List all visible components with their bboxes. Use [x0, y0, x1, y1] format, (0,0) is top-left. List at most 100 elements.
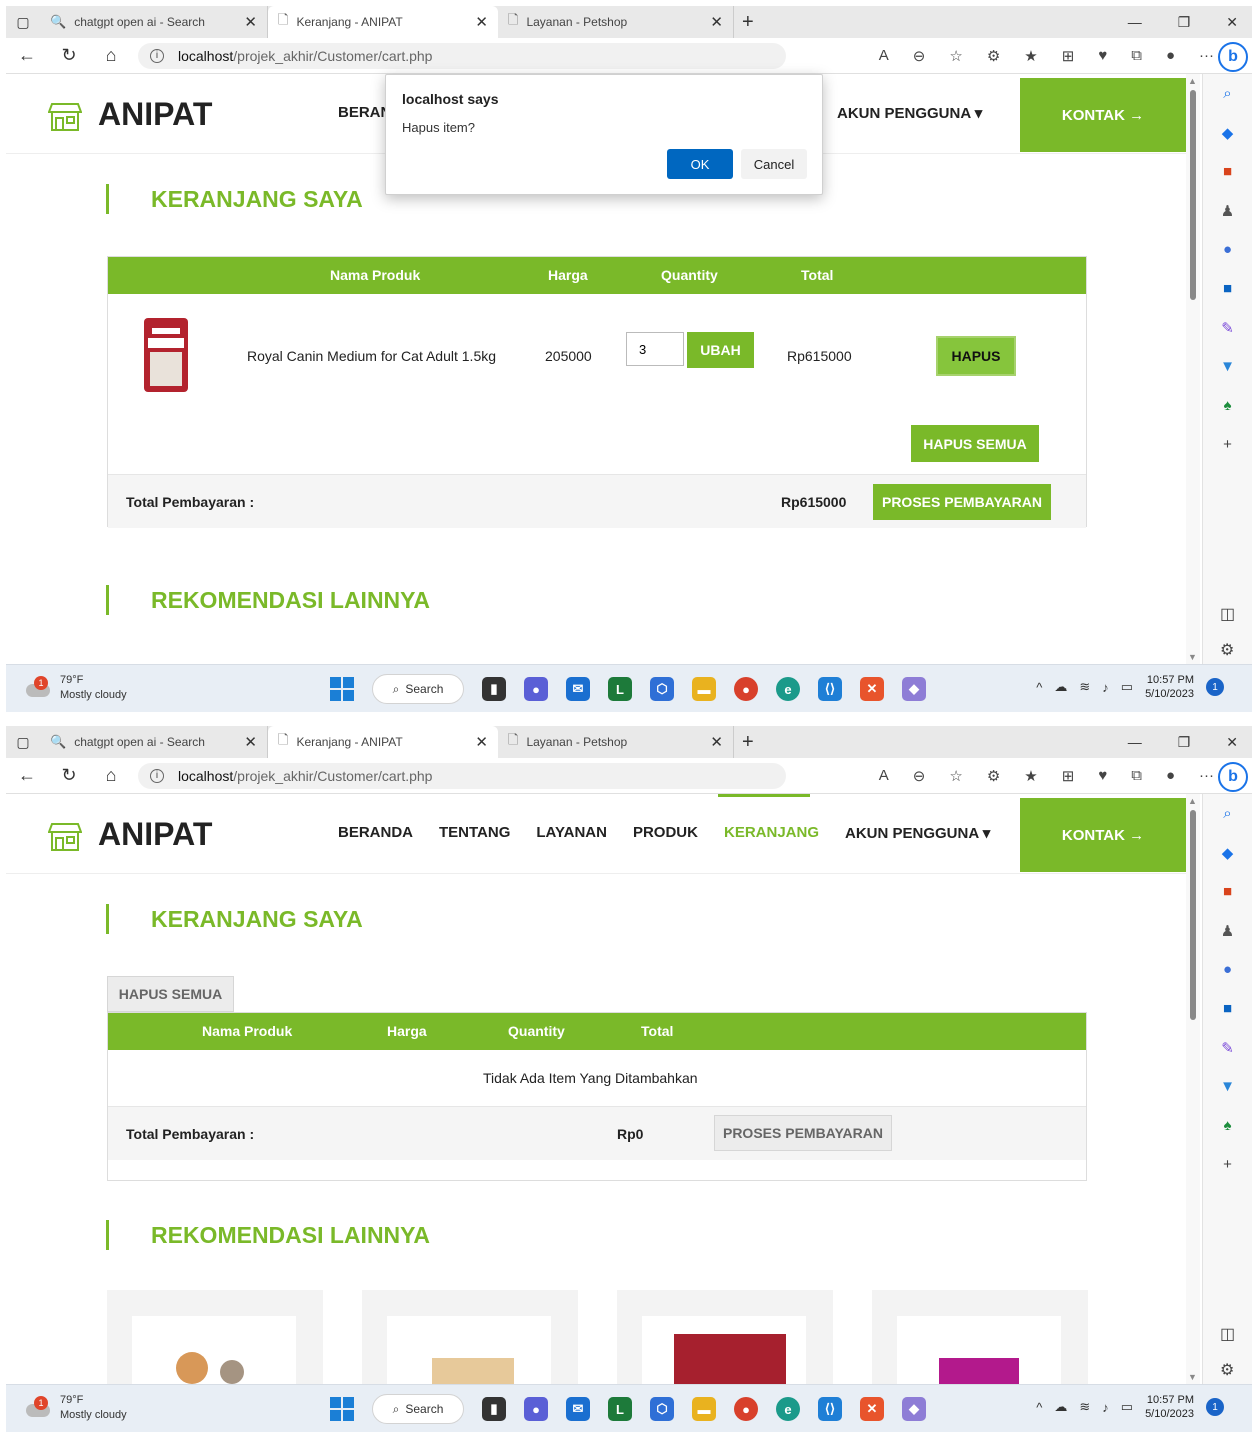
- profile-icon[interactable]: ●: [1166, 767, 1175, 784]
- home-icon[interactable]: ⌂: [90, 765, 132, 786]
- xampp-icon[interactable]: ✕: [860, 677, 884, 701]
- clock[interactable]: 10:57 PM 5/10/2023: [1145, 1393, 1194, 1421]
- more-icon[interactable]: ···: [1199, 767, 1214, 784]
- onedrive-icon[interactable]: ☁: [1054, 679, 1067, 695]
- app-hex-icon[interactable]: ⬡: [650, 1397, 674, 1421]
- games-icon[interactable]: ♟: [1221, 911, 1234, 950]
- xampp-icon[interactable]: ✕: [860, 1397, 884, 1421]
- wifi-icon[interactable]: ≋: [1079, 1399, 1090, 1415]
- clock[interactable]: 10:57 PM 5/10/2023: [1145, 673, 1194, 701]
- back-icon[interactable]: ←: [6, 45, 48, 66]
- new-tab-icon[interactable]: +: [742, 731, 754, 754]
- close-icon[interactable]: ✕: [475, 13, 488, 31]
- chrome-icon[interactable]: ●: [734, 1397, 758, 1421]
- nav-tentang[interactable]: TENTANG: [439, 824, 510, 842]
- info-icon[interactable]: i: [150, 48, 164, 63]
- minimize-icon[interactable]: —: [1128, 734, 1142, 750]
- designer-icon[interactable]: ✎: [1221, 1028, 1234, 1067]
- quantity-input[interactable]: [626, 332, 684, 366]
- restore-icon[interactable]: ❐: [1178, 14, 1191, 31]
- restore-icon[interactable]: ❐: [1178, 734, 1191, 751]
- onedrive-icon[interactable]: ☁: [1054, 1399, 1067, 1415]
- close-icon[interactable]: ✕: [475, 733, 488, 751]
- kontak-button[interactable]: KONTAK →: [1020, 78, 1186, 152]
- nav-akun-pengguna[interactable]: AKUN PENGGUNA ▾: [837, 104, 982, 122]
- edge-icon[interactable]: e: [776, 1397, 800, 1421]
- scroll-thumb[interactable]: [1190, 90, 1196, 300]
- notification-badge[interactable]: 1: [1206, 1398, 1224, 1416]
- update-button[interactable]: UBAH: [687, 332, 754, 368]
- chrome-icon[interactable]: ●: [734, 677, 758, 701]
- share-icon[interactable]: ⧉: [1131, 767, 1142, 784]
- tools-icon[interactable]: ■: [1223, 152, 1232, 191]
- favorites-icon[interactable]: ★: [1024, 47, 1037, 65]
- add-icon[interactable]: +: [1223, 1145, 1232, 1184]
- office-icon[interactable]: ●: [1223, 950, 1232, 989]
- close-window-icon[interactable]: ✕: [1226, 734, 1238, 751]
- health-icon[interactable]: ♥: [1098, 47, 1107, 64]
- chat-icon[interactable]: ●: [524, 677, 548, 701]
- tree-icon[interactable]: ♠: [1224, 1106, 1232, 1145]
- battery-icon[interactable]: ▭: [1121, 1399, 1133, 1415]
- outlook-icon[interactable]: ■: [1223, 269, 1232, 308]
- git-icon[interactable]: ◆: [902, 1397, 926, 1421]
- windows-start-icon[interactable]: [330, 1397, 354, 1421]
- outlook-icon[interactable]: ■: [1223, 989, 1232, 1028]
- back-icon[interactable]: ←: [6, 765, 48, 786]
- minimize-icon[interactable]: —: [1128, 14, 1142, 30]
- shopping-icon[interactable]: ◆: [1222, 833, 1234, 872]
- weather-widget[interactable]: 1 79°F Mostly cloudy: [26, 1393, 127, 1423]
- url-field[interactable]: i localhost/projek_akhir/Customer/cart.ph…: [138, 762, 786, 789]
- settings-icon[interactable]: ⚙: [1220, 640, 1235, 660]
- scroll-up-icon[interactable]: ▲: [1188, 796, 1197, 806]
- bing-icon[interactable]: b: [1218, 762, 1248, 792]
- dialog-ok-button[interactable]: OK: [667, 149, 733, 179]
- read-aloud-icon[interactable]: A: [879, 767, 889, 784]
- chat-icon[interactable]: ●: [524, 1397, 548, 1421]
- delete-all-button[interactable]: HAPUS SEMUA: [911, 425, 1039, 462]
- nav-beranda-partial[interactable]: BERAN: [338, 104, 391, 121]
- profile-icon[interactable]: ●: [1166, 47, 1175, 64]
- tab-layanan[interactable]: 🗋 Layanan - Petshop ✕: [498, 6, 734, 38]
- tab-layanan[interactable]: 🗋 Layanan - Petshop ✕: [498, 726, 734, 758]
- app-l-icon[interactable]: L: [608, 677, 632, 701]
- scroll-down-icon[interactable]: ▼: [1188, 652, 1197, 662]
- tab-actions-icon[interactable]: ▢: [6, 6, 40, 38]
- app-hex-icon[interactable]: ⬡: [650, 677, 674, 701]
- favorite-add-icon[interactable]: ☆: [949, 767, 962, 785]
- volume-icon[interactable]: ♪: [1102, 1400, 1109, 1415]
- close-icon[interactable]: ✕: [710, 13, 723, 31]
- nav-layanan[interactable]: LAYANAN: [536, 824, 607, 842]
- search-icon[interactable]: ⌕: [1223, 794, 1231, 833]
- nav-produk[interactable]: PRODUK: [633, 824, 698, 842]
- read-aloud-icon[interactable]: A: [879, 47, 889, 64]
- dialog-cancel-button[interactable]: Cancel: [741, 149, 807, 179]
- battery-icon[interactable]: ▭: [1121, 679, 1133, 695]
- git-icon[interactable]: ◆: [902, 677, 926, 701]
- shopping-icon[interactable]: ◆: [1222, 113, 1234, 152]
- vscode-icon[interactable]: ⟨⟩: [818, 677, 842, 701]
- wifi-icon[interactable]: ≋: [1079, 679, 1090, 695]
- tab-search[interactable]: 🔍 chatgpt open ai - Search ✕: [40, 726, 268, 758]
- notification-badge[interactable]: 1: [1206, 678, 1224, 696]
- product-card[interactable]: [362, 1290, 578, 1384]
- scroll-thumb[interactable]: [1190, 810, 1196, 1020]
- sidebar-toggle-icon[interactable]: ◫: [1220, 1324, 1235, 1344]
- home-icon[interactable]: ⌂: [90, 45, 132, 66]
- scrollbar[interactable]: ▲ ▼: [1186, 74, 1200, 664]
- search-icon[interactable]: ⌕: [1223, 74, 1231, 113]
- share-icon[interactable]: ⧉: [1131, 47, 1142, 64]
- drop-icon[interactable]: ▼: [1220, 347, 1235, 386]
- tab-actions-icon[interactable]: ▢: [6, 726, 40, 758]
- edge-icon[interactable]: e: [776, 677, 800, 701]
- taskbar-search[interactable]: ⌕ Search: [372, 674, 464, 704]
- logo[interactable]: ANIPAT: [48, 96, 212, 133]
- tab-keranjang[interactable]: 🗋 Keranjang - ANIPAT ✕: [268, 6, 498, 38]
- nav-keranjang[interactable]: KERANJANG: [724, 824, 819, 842]
- designer-icon[interactable]: ✎: [1221, 308, 1234, 347]
- product-card[interactable]: [107, 1290, 323, 1384]
- chevron-up-icon[interactable]: ^: [1036, 680, 1042, 695]
- collections-icon[interactable]: ⊞: [1062, 767, 1075, 785]
- nav-beranda[interactable]: BERANDA: [338, 824, 413, 842]
- weather-widget[interactable]: 1 79°F Mostly cloudy: [26, 673, 127, 703]
